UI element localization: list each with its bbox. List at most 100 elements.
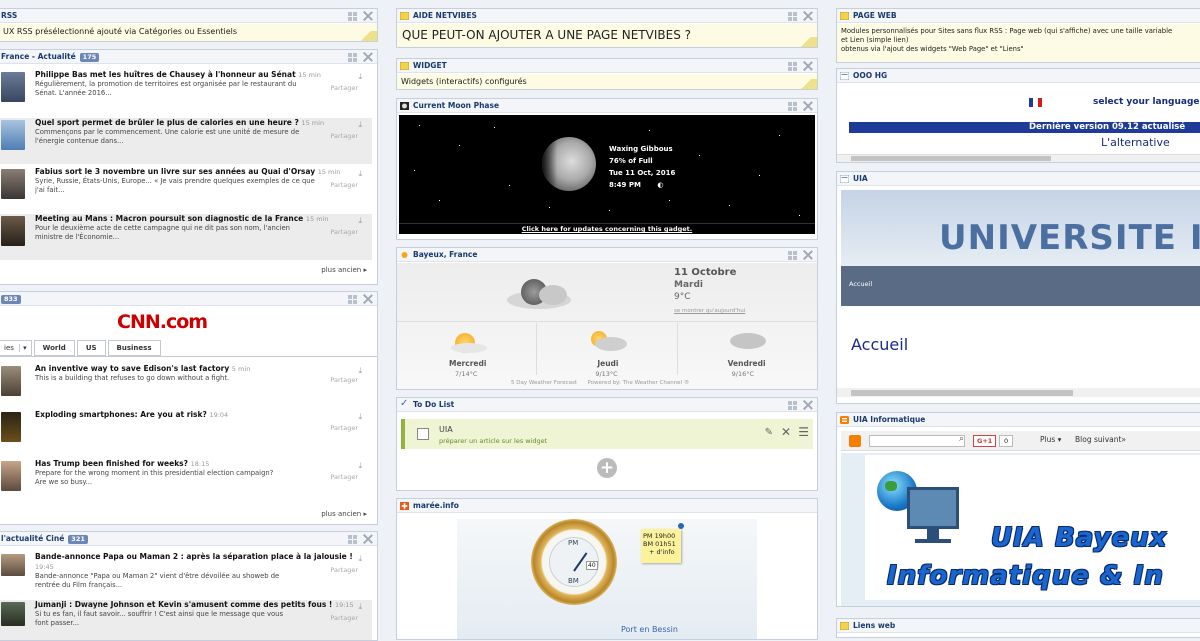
share-link[interactable]: Partager <box>330 473 358 481</box>
tide-sticky-note[interactable]: PM 19h00 BM 01h51 + d'info <box>641 523 684 563</box>
download-icon[interactable]: ⤓ <box>358 72 362 82</box>
widget-header[interactable]: Current Moon Phase <box>397 99 817 113</box>
drag-handle-icon[interactable] <box>788 101 797 111</box>
flag-fr-icon[interactable] <box>1029 98 1042 107</box>
horizontal-scrollbar[interactable] <box>837 154 1200 162</box>
tab-business[interactable]: Business <box>107 340 161 356</box>
share-link[interactable]: Partager <box>330 84 358 92</box>
feed-item[interactable]: Bande-annonce Papa ou Maman 2 : après la… <box>0 552 372 596</box>
download-icon[interactable]: ⤓ <box>358 602 362 612</box>
item-title[interactable]: An inventive way to save Edison's last f… <box>35 364 229 373</box>
tide-info-link[interactable]: + d'info <box>643 548 679 556</box>
search-icon[interactable]: ⌕ <box>959 434 964 444</box>
drag-handle-icon[interactable] <box>348 294 357 304</box>
widget-header[interactable]: OOO HG <box>837 69 1200 83</box>
download-icon[interactable]: ⤓ <box>358 216 362 226</box>
download-icon[interactable]: ⤓ <box>358 120 362 130</box>
drag-handle-icon[interactable] <box>348 52 357 62</box>
share-link[interactable]: Partager <box>330 614 358 622</box>
tab-world[interactable]: World <box>33 340 75 356</box>
edit-icon[interactable]: ✎ <box>765 427 773 438</box>
share-link[interactable]: Partager <box>330 424 358 432</box>
download-icon[interactable]: ⤓ <box>358 366 362 376</box>
feed-item[interactable]: Fabius sort le 3 novembre un livre sur s… <box>0 167 372 211</box>
widget-header[interactable]: AIDE NETVIBES <box>397 9 817 23</box>
widget-header[interactable]: PAGE WEB <box>837 9 1200 23</box>
blogger-logo-icon[interactable] <box>849 435 861 447</box>
todo-item[interactable]: UIA préparer un article sur les widget ✎… <box>401 419 813 449</box>
feed-item[interactable]: Exploding smartphones: Are you at risk? … <box>0 410 372 456</box>
item-title[interactable]: Philippe Bas met les huîtres de Chausey … <box>35 70 296 79</box>
add-task-button[interactable]: + <box>597 458 617 478</box>
widget-header[interactable]: Bayeux, France <box>397 248 817 262</box>
widget-header[interactable]: Liens web <box>837 619 1200 633</box>
nav-accueil[interactable]: Accueil <box>849 280 872 288</box>
share-link[interactable]: Partager <box>330 376 358 384</box>
close-icon[interactable] <box>803 101 813 111</box>
delete-icon[interactable]: ✕ <box>781 425 791 439</box>
widget-header[interactable]: WIDGET <box>397 59 817 73</box>
share-link[interactable]: Partager <box>330 132 358 140</box>
menu-icon[interactable]: ☰ <box>798 425 809 439</box>
widget-header[interactable]: RSS <box>0 9 377 23</box>
tab-stories[interactable]: ies ▾ <box>0 340 32 356</box>
item-title[interactable]: Meeting au Mans : Macron poursuit son di… <box>35 214 303 223</box>
feed-item[interactable]: Quel sport permet de brûler le plus de c… <box>0 118 372 164</box>
older-link[interactable]: plus ancien ▸ <box>321 510 367 518</box>
older-link[interactable]: plus ancien ▸ <box>321 266 367 274</box>
feed-item[interactable]: An inventive way to save Edison's last f… <box>0 364 372 408</box>
more-menu[interactable]: Plus ▾ <box>1040 435 1061 444</box>
widget-header[interactable]: 833 <box>0 292 377 306</box>
close-icon[interactable] <box>363 11 373 21</box>
tab-us[interactable]: US <box>76 340 106 356</box>
close-icon[interactable] <box>803 61 813 71</box>
item-title[interactable]: Fabius sort le 3 novembre un livre sur s… <box>35 167 315 176</box>
next-blog-link[interactable]: Blog suivant» <box>1075 435 1126 444</box>
share-link[interactable]: Partager <box>330 181 358 189</box>
item-title[interactable]: Jumanji : Dwayne Johnson et Kevin s'amus… <box>35 600 332 609</box>
drag-handle-icon[interactable] <box>348 11 357 21</box>
widget-header[interactable]: marée.info <box>397 499 817 513</box>
close-icon[interactable] <box>363 52 373 62</box>
feed-item[interactable]: Philippe Bas met les huîtres de Chausey … <box>0 70 372 114</box>
item-title[interactable]: Bande-annonce Papa ou Maman 2 : après la… <box>35 552 353 561</box>
language-select-link[interactable]: select your language <box>1093 97 1199 107</box>
share-link[interactable]: Partager <box>330 566 358 574</box>
close-icon[interactable] <box>803 400 813 410</box>
download-icon[interactable]: ⤓ <box>358 412 362 422</box>
close-icon[interactable] <box>363 534 373 544</box>
widget-header[interactable]: ✓ To Do List <box>397 398 817 412</box>
widget-title[interactable]: France - Actualité <box>1 52 76 61</box>
widget-header[interactable]: l'actualité Ciné 321 <box>0 532 377 546</box>
drag-handle-icon[interactable] <box>348 534 357 544</box>
download-icon[interactable]: ⤓ <box>358 554 362 564</box>
widget-header[interactable]: France - Actualité 175 <box>0 50 377 64</box>
widget-header[interactable]: UIA Informatique <box>837 413 1200 427</box>
close-icon[interactable] <box>803 250 813 260</box>
drag-handle-icon[interactable] <box>788 250 797 260</box>
share-link[interactable]: Partager <box>330 228 358 236</box>
download-icon[interactable]: ⤓ <box>358 461 362 471</box>
search-input[interactable] <box>869 435 965 447</box>
gplus-button[interactable]: G+1 <box>973 435 997 447</box>
download-icon[interactable]: ⤓ <box>358 169 362 179</box>
feed-item[interactable]: Has Trump been finished for weeks? 18:15… <box>0 459 372 503</box>
close-icon[interactable] <box>363 294 373 304</box>
weather-today-link[interactable]: se montrer qu'aujourd'hui <box>674 308 745 314</box>
todo-checkbox[interactable] <box>417 428 429 440</box>
drag-handle-icon[interactable] <box>788 400 797 410</box>
moon-updates-link[interactable]: Click here for updates concerning this g… <box>399 223 815 234</box>
close-icon[interactable] <box>803 11 813 21</box>
drag-handle-icon[interactable] <box>788 11 797 21</box>
widget-title[interactable]: l'actualité Ciné <box>1 534 64 543</box>
widget-header[interactable]: UIA <box>837 172 1200 186</box>
item-title[interactable]: Has Trump been finished for weeks? <box>35 459 188 468</box>
feed-item[interactable]: Meeting au Mans : Macron poursuit son di… <box>0 214 372 260</box>
drag-handle-icon[interactable] <box>788 61 797 71</box>
item-title[interactable]: Quel sport permet de brûler le plus de c… <box>35 118 299 127</box>
item-title[interactable]: Exploding smartphones: Are you at risk? <box>35 410 207 419</box>
horizontal-scrollbar[interactable] <box>837 388 1200 397</box>
feed-item[interactable]: Jumanji : Dwayne Johnson et Kevin s'amus… <box>0 600 372 640</box>
older-link-label[interactable]: plus ancien <box>321 266 361 274</box>
older-link-label[interactable]: plus ancien <box>321 510 361 518</box>
